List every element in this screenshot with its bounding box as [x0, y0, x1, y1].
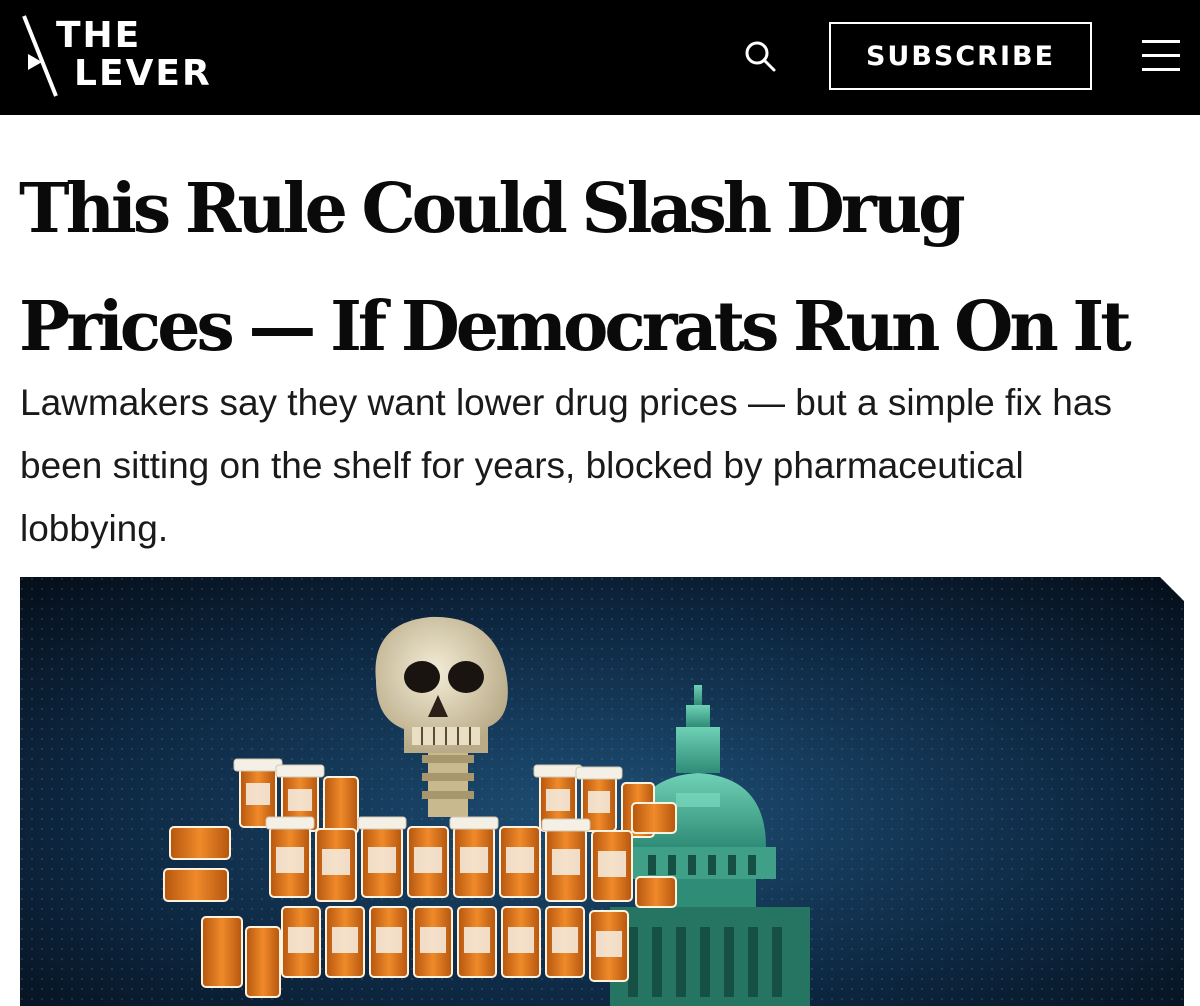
hamburger-menu-icon[interactable]	[1138, 34, 1186, 78]
article-headline: This Rule Could Slash Drug Prices — If D…	[19, 169, 1132, 367]
subscribe-button[interactable]: SUBSCRIBE	[829, 22, 1092, 90]
site-logo[interactable]: THE LEVER	[18, 10, 238, 100]
hero-image	[20, 577, 1184, 1006]
logo-text-the: THE	[56, 15, 142, 56]
logo-text-lever: LEVER	[74, 53, 212, 94]
site-header: THE LEVER SUBSCRIBE	[0, 0, 1200, 115]
article-dek: Lawmakers say they want lower drug price…	[20, 382, 1112, 549]
search-icon	[745, 41, 776, 72]
search-button[interactable]	[740, 36, 782, 78]
